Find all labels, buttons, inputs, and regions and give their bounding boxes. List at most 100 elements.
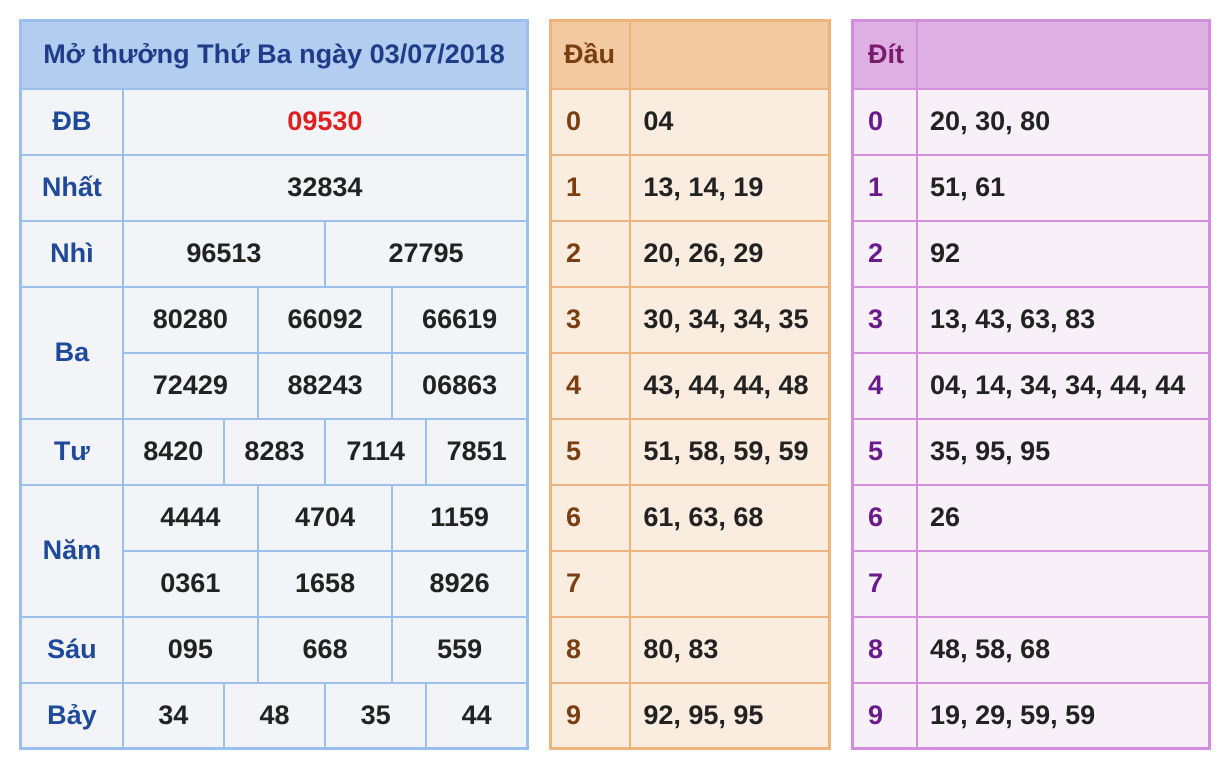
prize-number: 72429: [121, 351, 259, 420]
prize-number: 27795: [324, 219, 529, 288]
dau-table: Đầu 0 04 1 13, 14, 19 2 20, 26, 29 3 30, 34,…: [549, 19, 831, 750]
dit-values: [916, 549, 1211, 618]
dau-key: 9: [549, 681, 632, 750]
dau-row: 2 20, 26, 29: [549, 219, 831, 288]
prize-number: 06863: [391, 351, 529, 420]
prize-row-nam: Năm 4444 4704 1159: [19, 483, 529, 618]
dau-values: 51, 58, 59, 59: [629, 417, 831, 486]
dau-row: 5 51, 58, 59, 59: [549, 417, 831, 486]
dit-row: 4 04, 14, 34, 34, 44, 44: [851, 351, 1211, 420]
dit-row: 3 13, 43, 63, 83: [851, 285, 1211, 354]
dit-table: Đít 0 20, 30, 80 1 51, 61 2 92 3 13, 43, 63,…: [851, 19, 1211, 750]
dit-key: 7: [851, 549, 919, 618]
dau-key: 6: [549, 483, 632, 552]
prize-number: 7114: [324, 417, 428, 486]
dau-key: 7: [549, 549, 632, 618]
dau-key: 4: [549, 351, 632, 420]
dau-row: 1 13, 14, 19: [549, 153, 831, 222]
prize-number: 35: [324, 681, 428, 750]
prize-label: Năm: [19, 483, 124, 618]
dit-key: 9: [851, 681, 919, 750]
dit-key: 0: [851, 87, 919, 156]
prize-number: 34: [121, 681, 225, 750]
dit-values: 48, 58, 68: [916, 615, 1211, 684]
prize-number: 0361: [121, 549, 259, 618]
prize-number: 44: [425, 681, 529, 750]
dit-row: 0 20, 30, 80: [851, 87, 1211, 156]
dit-row: 9 19, 29, 59, 59: [851, 681, 1211, 750]
dit-values: 51, 61: [916, 153, 1211, 222]
prize-row-bay: Bảy 34 48 35 44: [19, 681, 529, 750]
prize-number: 1658: [256, 549, 394, 618]
dau-values: 13, 14, 19: [629, 153, 831, 222]
dau-values: 80, 83: [629, 615, 831, 684]
prize-number: 7851: [425, 417, 529, 486]
prize-number: 1159: [391, 483, 529, 552]
dau-key: 5: [549, 417, 632, 486]
prize-label: Bảy: [19, 681, 124, 750]
dau-row: 0 04: [549, 87, 831, 156]
dit-values: 19, 29, 59, 59: [916, 681, 1211, 750]
dau-row: 4 43, 44, 44, 48: [549, 351, 831, 420]
dit-row: 1 51, 61: [851, 153, 1211, 222]
prize-row-tu: Tư 8420 8283 7114 7851: [19, 417, 529, 486]
dit-row: 6 26: [851, 483, 1211, 552]
dit-key: 3: [851, 285, 919, 354]
prize-number: 668: [256, 615, 394, 684]
dit-values: 04, 14, 34, 34, 44, 44: [916, 351, 1211, 420]
prize-number: 8283: [222, 417, 327, 486]
prize-number: 4704: [256, 483, 394, 552]
prize-number: 8926: [391, 549, 529, 618]
prize-number: 32834: [121, 153, 529, 222]
prize-number: 095: [121, 615, 259, 684]
prize-label: Sáu: [19, 615, 124, 684]
dau-row: 3 30, 34, 34, 35: [549, 285, 831, 354]
dau-row: 7: [549, 549, 831, 618]
dit-values: 35, 95, 95: [916, 417, 1211, 486]
dit-values: 13, 43, 63, 83: [916, 285, 1211, 354]
results-table: Mở thưởng Thứ Ba ngày 03/07/2018 ĐB 0953…: [19, 19, 529, 750]
dit-values: 20, 30, 80: [916, 87, 1211, 156]
dit-row: 8 48, 58, 68: [851, 615, 1211, 684]
prize-label: ĐB: [19, 87, 124, 156]
dit-key: 1: [851, 153, 919, 222]
dit-values: 92: [916, 219, 1211, 288]
prize-number: 80280: [121, 285, 259, 354]
prize-number: 48: [222, 681, 327, 750]
dit-row: 5 35, 95, 95: [851, 417, 1211, 486]
prize-label: Ba: [19, 285, 124, 420]
dau-values: 43, 44, 44, 48: [629, 351, 831, 420]
dau-values: 61, 63, 68: [629, 483, 831, 552]
dau-key: 1: [549, 153, 632, 222]
prize-number: 4444: [121, 483, 259, 552]
dau-row: 6 61, 63, 68: [549, 483, 831, 552]
prize-number: 09530: [121, 87, 529, 156]
prize-row-db: ĐB 09530: [19, 87, 529, 156]
dau-values: 04: [629, 87, 831, 156]
dau-header-blank: [629, 19, 831, 90]
dit-key: 2: [851, 219, 919, 288]
dau-values: 30, 34, 34, 35: [629, 285, 831, 354]
prize-row-nhat: Nhất 32834: [19, 153, 529, 222]
dit-key: 4: [851, 351, 919, 420]
dau-key: 3: [549, 285, 632, 354]
dit-key: 6: [851, 483, 919, 552]
dau-key: 8: [549, 615, 632, 684]
prize-number: 96513: [121, 219, 327, 288]
dau-values: 92, 95, 95: [629, 681, 831, 750]
dit-values: 26: [916, 483, 1211, 552]
dau-row: 9 92, 95, 95: [549, 681, 831, 750]
dau-header: Đầu: [549, 19, 632, 90]
dau-row: 8 80, 83: [549, 615, 831, 684]
prize-number: 559: [391, 615, 529, 684]
dit-row: 2 92: [851, 219, 1211, 288]
prize-label: Nhất: [19, 153, 124, 222]
dau-values: [629, 549, 831, 618]
dau-values: 20, 26, 29: [629, 219, 831, 288]
dit-header: Đít: [851, 19, 919, 90]
prize-number: 66092: [256, 285, 394, 354]
dau-key: 0: [549, 87, 632, 156]
prize-row-nhi: Nhì 96513 27795: [19, 219, 529, 288]
dit-row: 7: [851, 549, 1211, 618]
dit-key: 8: [851, 615, 919, 684]
